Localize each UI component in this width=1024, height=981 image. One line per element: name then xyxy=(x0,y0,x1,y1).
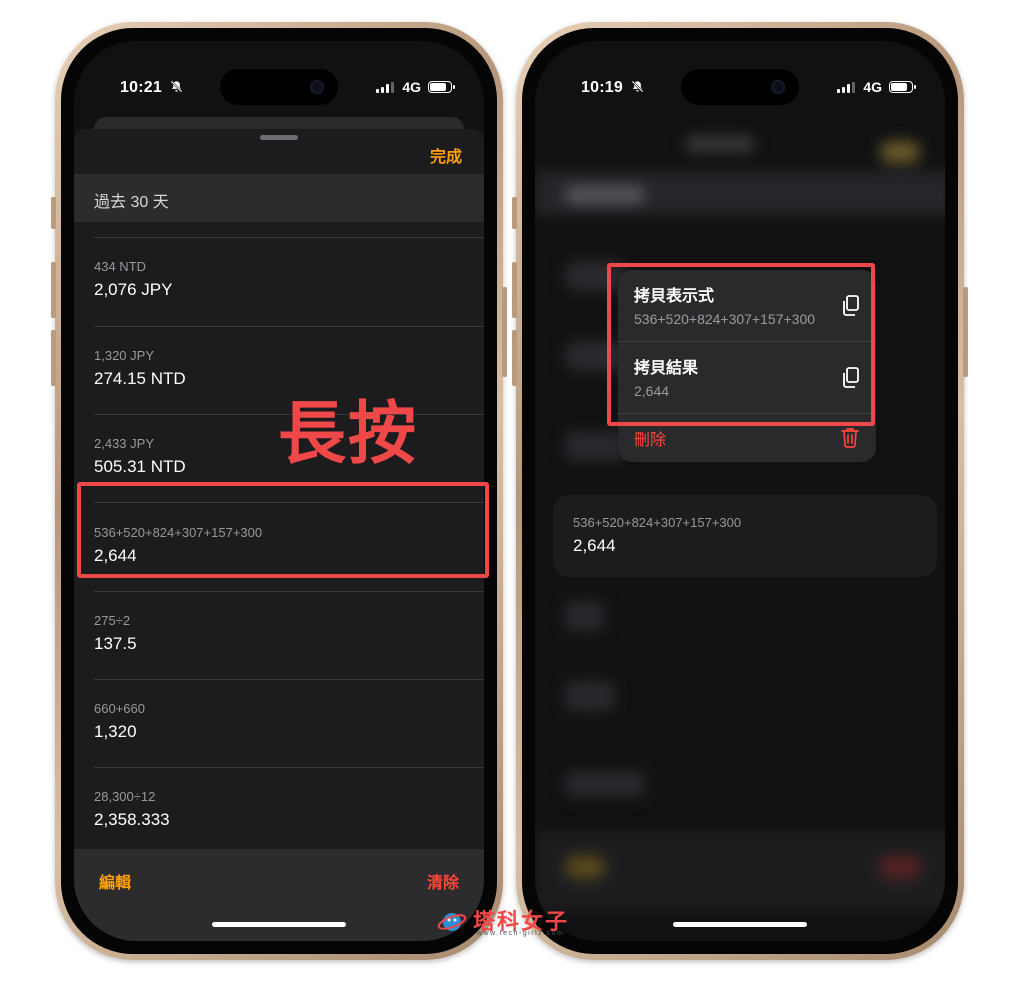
watermark-logo: 塔科女子 www.tech-girlz.com xyxy=(437,903,597,943)
side-button xyxy=(502,287,507,377)
sheet-footer: 編輯 清除 xyxy=(74,849,484,941)
divider xyxy=(94,237,484,238)
section-header: 過去 30 天 xyxy=(74,174,484,222)
history-expression: 1,320 JPY xyxy=(94,348,154,363)
trash-icon xyxy=(840,426,862,450)
home-indicator[interactable] xyxy=(673,922,807,927)
dynamic-island xyxy=(681,69,799,105)
dynamic-island xyxy=(220,69,338,105)
history-result: 137.5 xyxy=(94,634,137,653)
volume-up-button xyxy=(512,262,517,318)
volume-down-button xyxy=(512,330,517,386)
divider xyxy=(94,326,484,327)
delete-label: 刪除 xyxy=(634,432,667,449)
battery-icon xyxy=(889,81,916,93)
preview-expression: 536+520+824+307+157+300 xyxy=(573,515,742,530)
camera-icon xyxy=(310,80,324,94)
history-result: 2,076 JPY xyxy=(94,280,173,299)
watermark-url: www.tech-girlz.com xyxy=(477,930,565,937)
highlight-box-copy-options xyxy=(607,263,875,426)
logo-icon xyxy=(437,913,467,931)
right-phone: 10:19 4G 拷貝表示式 536+520+824+307+157+300 拷… xyxy=(512,22,968,960)
bell-slash-icon xyxy=(631,80,644,96)
edit-button[interactable]: 編輯 xyxy=(99,869,131,893)
divider xyxy=(94,679,484,680)
action-button xyxy=(512,197,517,229)
history-expression: 275÷2 xyxy=(94,613,131,628)
blurred-background xyxy=(535,41,945,941)
history-item[interactable]: 434 NTD 2,076 JPY xyxy=(94,259,474,300)
right-screen: 10:19 4G 拷貝表示式 536+520+824+307+157+300 拷… xyxy=(535,41,945,941)
home-indicator[interactable] xyxy=(212,922,346,927)
done-button[interactable]: 完成 xyxy=(430,143,462,167)
bezel: 10:19 4G 拷貝表示式 536+520+824+307+157+300 拷… xyxy=(522,28,958,954)
history-result: 1,320 xyxy=(94,722,137,741)
history-item[interactable]: 275÷2 137.5 xyxy=(94,613,474,654)
history-expression: 660+660 xyxy=(94,701,145,716)
clear-button[interactable]: 清除 xyxy=(427,869,459,893)
divider xyxy=(94,591,484,592)
bell-slash-icon xyxy=(170,80,183,96)
action-button xyxy=(51,197,56,229)
signal-icon xyxy=(837,82,855,93)
network-label: 4G xyxy=(863,79,882,95)
long-press-callout: 長按 xyxy=(278,395,419,474)
preview-result: 2,644 xyxy=(573,536,616,555)
highlight-box-history-item xyxy=(77,482,489,578)
history-expression: 434 NTD xyxy=(94,259,147,274)
status-time: 10:21 xyxy=(120,79,162,96)
side-button xyxy=(963,287,968,377)
history-item[interactable]: 660+660 1,320 xyxy=(94,701,474,742)
preview-card[interactable]: 536+520+824+307+157+300 2,644 xyxy=(553,495,937,577)
history-item[interactable]: 28,300÷12 2,358.333 xyxy=(94,789,474,830)
volume-down-button xyxy=(51,330,56,386)
battery-icon xyxy=(428,81,455,93)
camera-icon xyxy=(771,80,785,94)
sheet-grabber[interactable] xyxy=(260,135,298,140)
history-result: 2,358.333 xyxy=(94,810,170,829)
volume-up-button xyxy=(51,262,56,318)
divider xyxy=(94,767,484,768)
network-label: 4G xyxy=(402,79,421,95)
signal-icon xyxy=(376,82,394,93)
status-time: 10:19 xyxy=(581,79,623,96)
history-expression: 28,300÷12 xyxy=(94,789,156,804)
